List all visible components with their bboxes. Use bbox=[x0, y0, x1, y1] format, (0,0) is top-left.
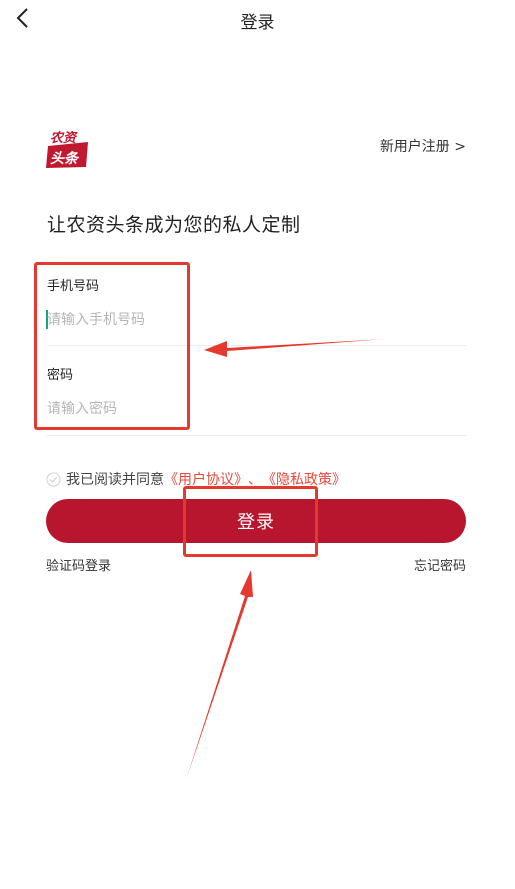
headline: 让农资头条成为您的私人定制 bbox=[47, 214, 301, 236]
logo-text-top: 农资 bbox=[50, 130, 78, 146]
forgot-password-link[interactable]: 忘记密码 bbox=[414, 555, 466, 574]
page-title: 登录 bbox=[240, 13, 275, 33]
annotation-arrow-left bbox=[204, 339, 386, 357]
annotation-arrow-up bbox=[186, 570, 253, 780]
agreement-text: 我已阅读并同意 bbox=[66, 472, 164, 488]
sms-login-link[interactable]: 验证码登录 bbox=[46, 555, 111, 574]
annotation-box-login bbox=[183, 486, 318, 557]
logo-text-bottom: 头条 bbox=[50, 150, 80, 167]
annotation-box-form bbox=[34, 262, 190, 430]
brand-logo: 农资 头条 bbox=[46, 130, 88, 168]
register-link[interactable]: 新用户注册 > bbox=[380, 136, 466, 156]
divider bbox=[47, 435, 466, 436]
agree-checkbox-icon[interactable] bbox=[46, 471, 61, 487]
